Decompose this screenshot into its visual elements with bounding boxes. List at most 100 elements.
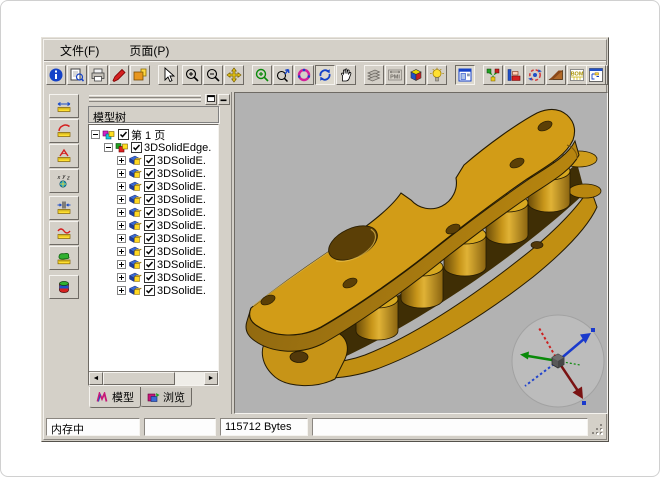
tree-row-part[interactable]: 3DSolidE. bbox=[91, 180, 218, 193]
export-button[interactable] bbox=[130, 65, 150, 85]
pan-hand-button[interactable] bbox=[336, 65, 356, 85]
bom-button[interactable]: BOM bbox=[567, 65, 587, 85]
tree-row-part[interactable]: 3DSolidE. bbox=[91, 193, 218, 206]
checkbox-checked[interactable] bbox=[144, 194, 155, 205]
expand-icon[interactable] bbox=[117, 156, 126, 165]
tree-row-part[interactable]: 3DSolidE. bbox=[91, 245, 218, 258]
tree-row-part[interactable]: 3DSolidE. bbox=[91, 219, 218, 232]
checkbox-checked[interactable] bbox=[144, 272, 155, 283]
layers-icon bbox=[366, 67, 382, 83]
rotate-view-icon bbox=[296, 67, 312, 83]
rotate-view-button[interactable] bbox=[294, 65, 314, 85]
menu-file[interactable]: 文件(F) bbox=[56, 40, 103, 61]
tree-label: 第 1 页 bbox=[131, 127, 165, 143]
tab-model[interactable]: 模型 bbox=[89, 387, 141, 408]
expand-icon[interactable] bbox=[117, 182, 126, 191]
model-tree-panel-button[interactable] bbox=[455, 65, 475, 85]
checkbox-checked[interactable] bbox=[118, 129, 129, 140]
light-icon bbox=[429, 67, 445, 83]
resize-grip-icon[interactable] bbox=[590, 422, 604, 436]
layers-button[interactable] bbox=[364, 65, 384, 85]
collapse-icon[interactable] bbox=[91, 130, 100, 139]
viewport-3d[interactable] bbox=[234, 92, 608, 414]
structure-tree-button[interactable] bbox=[586, 65, 606, 85]
tree-row-part[interactable]: 3DSolidE. bbox=[91, 167, 218, 180]
measure-coordinate-button[interactable]: xyz bbox=[49, 169, 79, 193]
axis-trackball[interactable] bbox=[512, 315, 604, 407]
assembly-node-icon bbox=[115, 142, 129, 153]
tree-row-part[interactable]: 3DSolidE. bbox=[91, 206, 218, 219]
scrollbar-thumb[interactable] bbox=[103, 372, 175, 385]
collapse-icon[interactable] bbox=[104, 143, 113, 152]
tree-row-part[interactable]: 3DSolidE. bbox=[91, 271, 218, 284]
panel-drag-grip[interactable] bbox=[89, 95, 201, 104]
zoom-out-button[interactable] bbox=[203, 65, 223, 85]
tree-row-part[interactable]: 3DSolidE. bbox=[91, 232, 218, 245]
tree-row-part[interactable]: 3DSolidE. bbox=[91, 154, 218, 167]
scrollbar-track[interactable] bbox=[103, 372, 204, 385]
info-button[interactable] bbox=[46, 65, 66, 85]
view-cube-button[interactable] bbox=[406, 65, 426, 85]
measure-area-icon bbox=[55, 250, 73, 266]
expand-icon[interactable] bbox=[117, 247, 126, 256]
select-arrow-icon bbox=[160, 67, 176, 83]
tab-browse[interactable]: 浏览 bbox=[140, 388, 192, 407]
spin-button[interactable] bbox=[315, 65, 335, 85]
tree-row-part[interactable]: 3DSolidE. bbox=[91, 284, 218, 297]
expand-icon[interactable] bbox=[117, 221, 126, 230]
measure-toolbar: xyz bbox=[44, 92, 84, 414]
tree-row-page[interactable]: 第 1 页 bbox=[91, 128, 218, 141]
expand-icon[interactable] bbox=[117, 260, 126, 269]
checkbox-checked[interactable] bbox=[144, 168, 155, 179]
expand-icon[interactable] bbox=[117, 286, 126, 295]
pmi-button[interactable]: PMI bbox=[385, 65, 405, 85]
measure-area-button[interactable] bbox=[49, 246, 79, 270]
section-button[interactable] bbox=[546, 65, 566, 85]
menu-page[interactable]: 页面(P) bbox=[125, 40, 173, 61]
markup-button[interactable] bbox=[109, 65, 129, 85]
expand-icon[interactable] bbox=[117, 273, 126, 282]
expand-icon[interactable] bbox=[117, 169, 126, 178]
explode-button[interactable] bbox=[483, 65, 503, 85]
move-part-button[interactable] bbox=[504, 65, 524, 85]
checkbox-checked[interactable] bbox=[144, 207, 155, 218]
tree-row-assembly[interactable]: 3DSolidEdge. bbox=[91, 141, 218, 154]
part-node-icon bbox=[128, 155, 142, 166]
checkbox-checked[interactable] bbox=[144, 233, 155, 244]
checkbox-checked[interactable] bbox=[144, 220, 155, 231]
select-button[interactable] bbox=[158, 65, 178, 85]
pan-button[interactable] bbox=[224, 65, 244, 85]
zoom-dynamic-button[interactable] bbox=[273, 65, 293, 85]
status-memory: 内存中 bbox=[46, 418, 140, 436]
zoom-window-button[interactable] bbox=[252, 65, 272, 85]
expand-icon[interactable] bbox=[117, 234, 126, 243]
print-button[interactable] bbox=[88, 65, 108, 85]
animation-button[interactable] bbox=[525, 65, 545, 85]
bottom-plate-hole bbox=[531, 242, 543, 249]
model-tree-panel-icon bbox=[457, 67, 473, 83]
expand-icon[interactable] bbox=[117, 208, 126, 217]
measure-angle-button[interactable] bbox=[49, 144, 79, 168]
measure-curve-length-button[interactable] bbox=[49, 221, 79, 245]
scroll-right-arrow-icon[interactable]: ► bbox=[204, 372, 218, 385]
print-preview-button[interactable] bbox=[67, 65, 87, 85]
checkbox-checked[interactable] bbox=[144, 285, 155, 296]
measure-radius-button[interactable] bbox=[49, 119, 79, 143]
tree-label: 3DSolidE. bbox=[157, 168, 206, 180]
expand-icon[interactable] bbox=[117, 195, 126, 204]
scroll-left-arrow-icon[interactable]: ◄ bbox=[89, 372, 103, 385]
checkbox-checked[interactable] bbox=[144, 181, 155, 192]
checkbox-checked[interactable] bbox=[144, 246, 155, 257]
checkbox-checked[interactable] bbox=[144, 259, 155, 270]
zoom-in-button[interactable] bbox=[182, 65, 202, 85]
checkbox-checked[interactable] bbox=[144, 155, 155, 166]
measure-volume-button[interactable] bbox=[49, 275, 79, 299]
tree-horizontal-scrollbar[interactable]: ◄ ► bbox=[89, 371, 218, 385]
tree-row-part[interactable]: 3DSolidE. bbox=[91, 258, 218, 271]
measure-min-distance-button[interactable] bbox=[49, 196, 79, 220]
checkbox-checked[interactable] bbox=[131, 142, 142, 153]
light-button[interactable] bbox=[427, 65, 447, 85]
panel-hide-button[interactable] bbox=[218, 94, 230, 105]
measure-distance-button[interactable] bbox=[49, 94, 79, 118]
panel-float-button[interactable] bbox=[205, 94, 217, 105]
